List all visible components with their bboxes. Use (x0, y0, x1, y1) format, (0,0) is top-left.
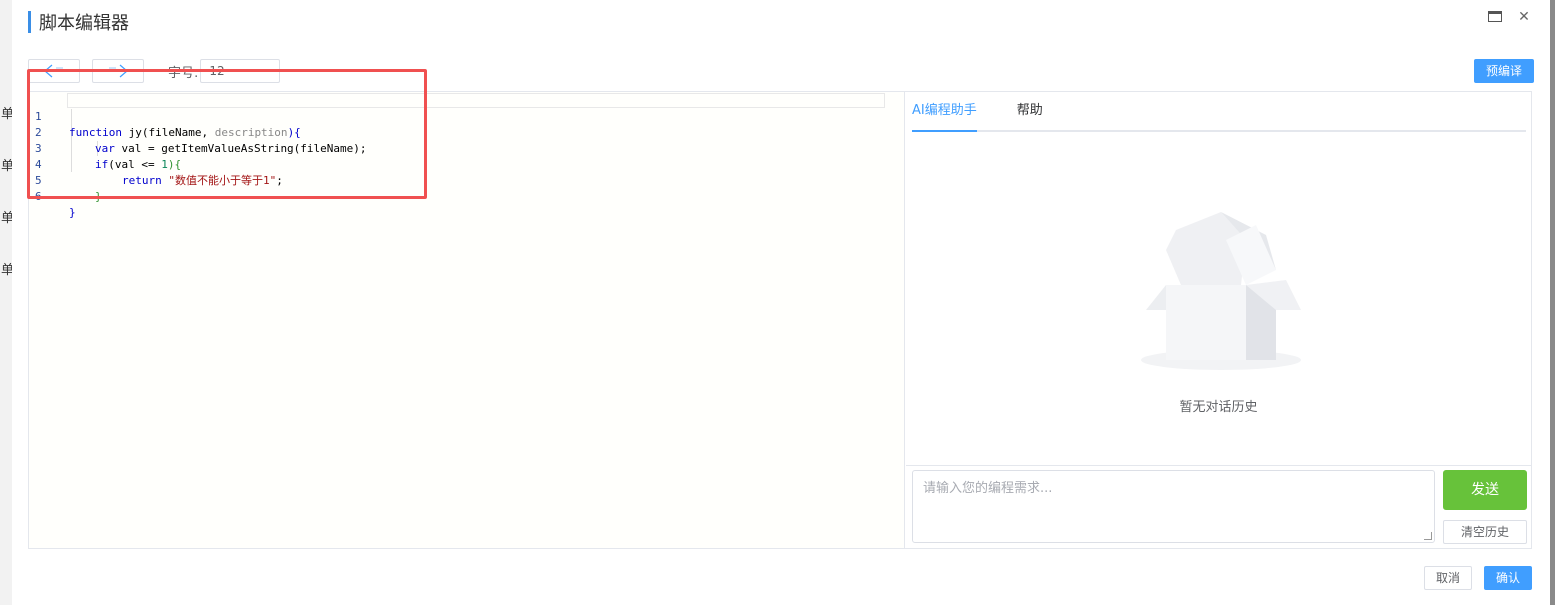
resize-handle-icon[interactable] (1424, 532, 1432, 540)
dialog-title: 脚本编辑器 (39, 13, 129, 34)
close-icon[interactable]: ✕ (1516, 9, 1532, 25)
window-controls: ✕ (1488, 9, 1532, 25)
chat-input-placeholder: 请输入您的编程需求... (923, 481, 1053, 496)
code-editor[interactable]: 1 function jy(fileName, description){ 2 … (29, 92, 905, 548)
clear-history-button[interactable]: 清空历史 (1443, 520, 1527, 544)
code-line: 6 } (29, 173, 899, 219)
undo-button[interactable] (28, 59, 80, 83)
code-line: 2 var val = getItemValueAsString(fileNam… (29, 109, 899, 155)
line-number: 6 (35, 190, 42, 203)
send-button[interactable]: 发送 (1443, 470, 1527, 510)
editor-toolbar: 字号: 12 (28, 58, 281, 84)
font-size-label: 字号: (168, 65, 199, 81)
code-text: } (95, 190, 102, 203)
cancel-button[interactable]: 取消 (1424, 566, 1472, 590)
empty-box-icon (1141, 212, 1301, 370)
confirm-button[interactable]: 确认 (1484, 566, 1532, 590)
dialog-header: 脚本编辑器 (28, 10, 129, 34)
precompile-button[interactable]: 预编译 (1474, 59, 1534, 83)
maximize-icon (1488, 11, 1502, 22)
tab-ai-assistant[interactable]: AI编程助手 (912, 92, 977, 132)
ai-panel-tabs: AI编程助手 帮助 (912, 92, 1526, 132)
undo-arrow-icon (44, 64, 63, 78)
tab-help[interactable]: 帮助 (1017, 92, 1043, 132)
script-editor-dialog: 脚本编辑器 ✕ 字号: 12 预编译 1 function jy(fileNam… (12, 0, 1550, 605)
font-size-input[interactable]: 12 (200, 59, 281, 83)
code-line: 1 function jy(fileName, description){ (29, 93, 899, 139)
code-text: } (69, 206, 76, 219)
empty-history-text: 暂无对话历史 (1179, 400, 1258, 415)
redo-arrow-icon (109, 64, 128, 78)
code-line: 5 } (29, 157, 899, 203)
maximize-button[interactable] (1488, 9, 1504, 25)
code-line: 3 if(val <= 1){ (29, 125, 899, 171)
code-line: 4 return "数值不能小于等于1"; (29, 141, 899, 187)
chat-input[interactable]: 请输入您的编程需求... (912, 470, 1435, 543)
editor-container: 1 function jy(fileName, description){ 2 … (28, 91, 1532, 549)
ai-assistant-panel: AI编程助手 帮助 暂无对话历史 请输入您的编程需求... 发送 清空历史 (906, 92, 1531, 548)
redo-button[interactable] (92, 59, 144, 83)
dialog-footer: 取消 确认 (1424, 566, 1532, 590)
panel-divider (906, 465, 1531, 466)
title-accent-bar (28, 11, 31, 33)
